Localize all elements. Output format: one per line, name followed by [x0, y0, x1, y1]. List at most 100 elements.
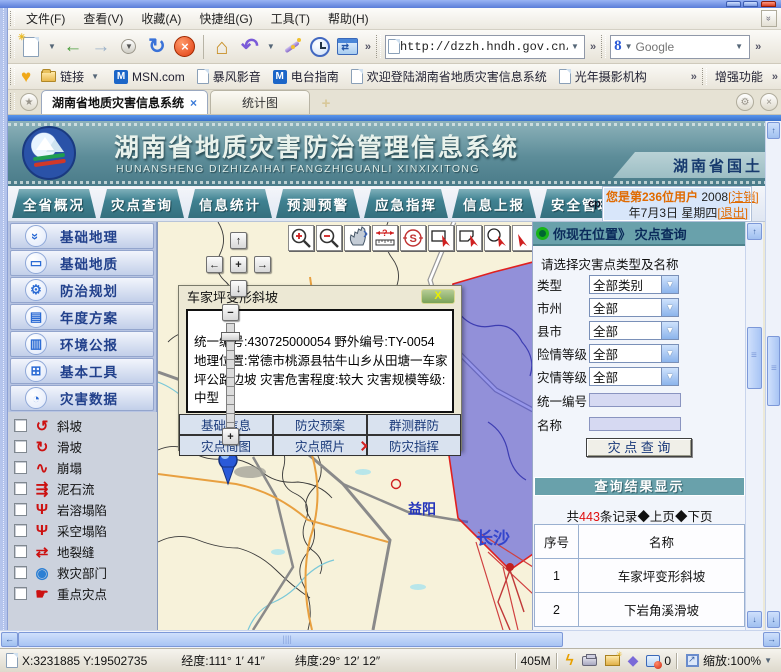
chevron-down-icon[interactable]: ▼ [661, 322, 678, 339]
sidebar-item-annual-plan[interactable]: ▤ 年度方案 [10, 304, 154, 330]
addressbar-overflow[interactable]: » [587, 41, 599, 53]
popup-disaster-command-button[interactable]: 防灾指挥 [367, 435, 461, 456]
layer-checkbox[interactable] [14, 566, 27, 579]
resize-button[interactable] [686, 654, 699, 667]
restore-button[interactable] [743, 1, 758, 7]
horizontal-scrollbar[interactable]: ← → [0, 630, 781, 648]
pan-right-button[interactable]: → [254, 256, 271, 273]
menu-view[interactable]: 查看(V) [74, 8, 132, 30]
home-button[interactable]: ⌂ [209, 34, 235, 60]
scroll-thumb[interactable] [18, 632, 563, 647]
scroll-left-icon[interactable]: ← [1, 632, 18, 647]
nav-info-report[interactable]: 信息上报 [452, 189, 536, 218]
sidebar-item-basic-geography[interactable]: » 基础地理 [10, 223, 154, 249]
star-button[interactable]: ★ [20, 93, 38, 111]
pan-up-button[interactable]: ↑ [230, 232, 247, 249]
disaster-query-button[interactable]: 灾 点 查 询 [586, 438, 692, 457]
refresh-button[interactable]: ↻ [144, 34, 170, 60]
nav-info-statistics[interactable]: 信息统计 [188, 189, 272, 218]
scroll-down-icon[interactable]: ↓ [747, 611, 762, 628]
pan-tool[interactable] [344, 225, 370, 251]
sidebar-item-prevention-planning[interactable]: ⚙ 防治规划 [10, 277, 154, 303]
url-dropdown-icon[interactable]: ▼ [568, 42, 582, 51]
city-select[interactable]: 全部▼ [589, 298, 679, 317]
url-input[interactable] [400, 40, 568, 54]
risk-level-select[interactable]: 全部▼ [589, 344, 679, 363]
search-input[interactable] [636, 40, 733, 54]
prev-page-link[interactable]: ◆上页 [637, 510, 675, 524]
toolbar-grip[interactable] [10, 11, 15, 26]
zoom-level[interactable]: 缩放:100% [703, 652, 761, 669]
tab-list-close-button[interactable]: × [760, 93, 778, 111]
map-viewport[interactable]: 益阳 长沙 ? S ↑ ← + [157, 222, 532, 630]
window-sync-button[interactable] [335, 34, 361, 60]
type-select[interactable]: 全部类别▼ [589, 275, 679, 294]
link-msn[interactable]: M MSN.com [108, 70, 191, 84]
county-select[interactable]: 全部▼ [589, 321, 679, 340]
next-page-link[interactable]: ◆下页 [675, 510, 713, 524]
name-input[interactable] [589, 417, 681, 431]
undo-caret-icon[interactable]: ▼ [264, 42, 278, 51]
tab-statistics[interactable]: 统计图 [210, 90, 310, 114]
searchbar-overflow[interactable]: » [752, 41, 764, 53]
link-storm-player[interactable]: 暴风影音 [191, 68, 267, 85]
enhance-features[interactable]: 增强功能 [709, 68, 769, 85]
enhance-overflow[interactable]: » [769, 71, 781, 83]
measure-tool[interactable]: ? [372, 225, 398, 251]
minimize-button[interactable] [726, 1, 741, 7]
sidebar-item-basic-geology[interactable]: ▭ 基础地质 [10, 250, 154, 276]
toolbar-overflow[interactable]: » [362, 41, 374, 53]
toolbar-grip[interactable] [601, 35, 606, 58]
disaster-level-select[interactable]: 全部▼ [589, 367, 679, 386]
menu-collapse-button[interactable]: » [761, 10, 777, 27]
toolbar-grip[interactable] [10, 93, 15, 110]
tab-tools-button[interactable]: ⚙ [736, 93, 754, 111]
popup-group-monitoring-button[interactable]: 群测群防 [367, 414, 461, 435]
scale-tool[interactable]: S [400, 225, 426, 251]
point-select-tool[interactable] [512, 225, 532, 251]
chevron-down-icon[interactable]: ▼ [661, 368, 678, 385]
toolbar-grip[interactable] [702, 68, 707, 86]
layer-checkbox[interactable] [14, 524, 27, 537]
nav-emergency-command[interactable]: 应急指挥 [364, 189, 448, 218]
new-tab-button[interactable]: + [316, 94, 336, 112]
popup-close-button[interactable]: X [421, 289, 455, 304]
scroll-right-icon[interactable]: → [763, 632, 780, 647]
toolbar-grip[interactable] [376, 35, 381, 58]
tab-close-icon[interactable]: × [190, 96, 197, 110]
layer-checkbox[interactable] [14, 503, 27, 516]
polygon-select-tool[interactable] [456, 225, 482, 251]
layer-checkbox[interactable] [14, 545, 27, 558]
scroll-down-icon[interactable]: ↓ [767, 611, 780, 628]
scroll-up-icon[interactable]: ↑ [747, 223, 762, 240]
history-button[interactable] [307, 34, 333, 60]
layer-checkbox[interactable] [14, 440, 27, 453]
zoom-plus-button[interactable]: + [222, 428, 239, 445]
link-radio-guide[interactable]: M 电台指南 [267, 68, 345, 85]
rect-select-tool[interactable] [428, 225, 454, 251]
layer-checkbox[interactable] [14, 419, 27, 432]
pan-center-button[interactable]: + [230, 256, 247, 273]
link-hunan-disaster-system[interactable]: 欢迎登陆湖南省地质灾害信息系统 [345, 68, 553, 85]
zoom-caret-icon[interactable]: ▼ [761, 656, 775, 665]
zoom-out-tool[interactable] [316, 225, 342, 251]
magic-fill-button[interactable] [279, 34, 305, 60]
links-overflow[interactable]: » [688, 71, 700, 83]
address-bar[interactable]: ▼ [385, 35, 585, 59]
link-photo-studio[interactable]: 光年摄影机构 [553, 68, 653, 85]
pan-down-button[interactable]: ↓ [230, 280, 247, 297]
back-button[interactable]: ← [60, 34, 86, 60]
toolbar-grip[interactable] [10, 35, 15, 58]
zoom-minus-button[interactable]: − [222, 304, 239, 321]
close-button[interactable] [761, 1, 776, 7]
tab-main[interactable]: 湖南省地质灾害信息系统 × [41, 90, 208, 114]
popup-prevention-plan-button[interactable]: 防灾预案 [273, 414, 367, 435]
popup-title[interactable]: 车家坪变形斜坡 [179, 286, 461, 307]
search-bar[interactable]: 8 ▼ ▼ [610, 35, 750, 59]
plugin-diamond-icon[interactable]: ◆ [628, 652, 639, 669]
chevron-down-icon[interactable]: ▼ [661, 299, 678, 316]
new-page-caret-icon[interactable]: ▼ [45, 42, 59, 51]
pan-left-button[interactable]: ← [206, 256, 223, 273]
search-engine-caret-icon[interactable]: ▼ [622, 42, 636, 51]
zoom-in-tool[interactable] [288, 225, 314, 251]
